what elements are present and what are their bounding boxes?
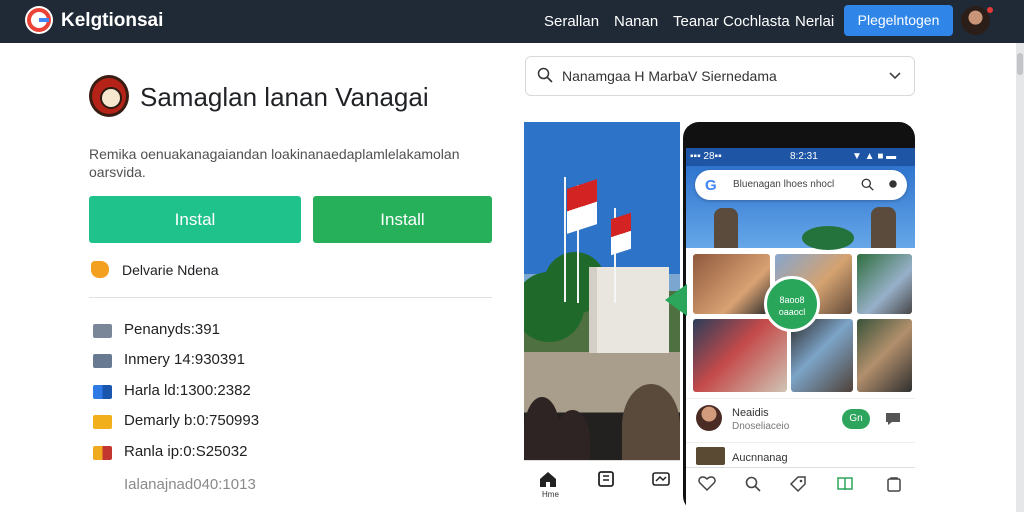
scrollbar-thumb[interactable] — [1017, 53, 1023, 75]
gallery-image[interactable] — [693, 254, 770, 314]
stat-flag-icon — [93, 446, 112, 460]
image-icon[interactable] — [651, 469, 671, 489]
list-item-title: Aucnnanag — [732, 452, 788, 464]
gallery-image[interactable] — [857, 254, 912, 314]
building-shape — [589, 267, 669, 353]
app-title: Samaglan lanan Vanagai — [140, 82, 429, 112]
tower-shape — [871, 207, 896, 248]
phone-status-left: ▪▪▪ 28▪▪ — [690, 151, 722, 162]
sign-in-button[interactable]: Plegelntogen — [844, 5, 953, 36]
gallery-image[interactable] — [857, 319, 912, 392]
stat-line-3: Harla ld:1300:2382 — [124, 382, 251, 399]
location-icon[interactable] — [887, 178, 899, 190]
notification-dot-icon — [987, 7, 993, 13]
stat-line-5: Ranla ip:0:S25032 — [124, 443, 248, 460]
stat-line-2: Inmery 14:930391 — [124, 351, 245, 368]
nav-link-1[interactable]: Serallan — [544, 13, 599, 30]
google-logo-icon — [27, 8, 51, 32]
stat-muted-line: Ialanajnad040:1013 — [124, 476, 256, 493]
app-name[interactable]: Kelgtionsai — [61, 10, 163, 32]
flag-shape — [567, 179, 597, 234]
stat-building-icon — [93, 324, 112, 338]
book-open-icon[interactable] — [836, 475, 854, 493]
stat-line-4: Demarly b:0:750993 — [124, 412, 260, 429]
stat-line-1: Penanyds:391 — [124, 321, 220, 338]
app-description: Remika oenuakanagaiandan loakinanaedapla… — [89, 146, 460, 180]
phone-search-icon[interactable] — [861, 178, 874, 191]
list-item-title: Neaidis — [732, 407, 769, 419]
scrollbar-track[interactable] — [1016, 43, 1024, 512]
featured-badge[interactable]: 8aoo8 oaaocl — [764, 276, 820, 332]
stat-box-icon — [93, 415, 112, 429]
list-avatar — [696, 405, 722, 431]
developer-name[interactable]: Delvarie Ndena — [122, 262, 219, 278]
section-divider — [89, 297, 492, 298]
user-avatar[interactable] — [961, 6, 990, 35]
search-icon[interactable] — [744, 475, 762, 493]
flagpole — [564, 177, 566, 302]
book-icon[interactable] — [596, 469, 616, 489]
phone-search-input[interactable]: Bluenagan lhoes nhocl — [733, 179, 834, 190]
crowd-shape — [555, 410, 590, 460]
gallery-image[interactable] — [693, 319, 787, 392]
nav-link-3[interactable]: Teanar Cochlasta — [673, 13, 790, 30]
app-emblem-icon — [89, 75, 129, 117]
monument-photo[interactable] — [524, 122, 680, 460]
home-label: Hme — [542, 490, 559, 499]
developer-icon — [91, 261, 109, 278]
phone-status-icons: ▼ ▲ ■ ▬ — [852, 151, 897, 162]
stat-blue-icon — [93, 385, 112, 399]
list-item-thumbnail — [696, 447, 725, 465]
heart-icon[interactable] — [698, 475, 716, 493]
install-secondary-button[interactable]: Install — [313, 196, 492, 243]
tower-shape — [714, 208, 738, 248]
top-navigation-bar: Kelgtionsai Serallan Nanan Teanar Cochla… — [0, 0, 1024, 43]
list-item-badge[interactable]: Gn — [842, 409, 870, 429]
tree-shape — [802, 226, 854, 250]
home-icon[interactable] — [538, 469, 558, 489]
app-logo[interactable] — [25, 6, 53, 34]
google-logo-icon: G — [705, 177, 717, 194]
phone-status-time: 8:2:31 — [790, 151, 818, 162]
list-item-subtitle: Dnoseliaceio — [732, 421, 790, 432]
search-icon — [537, 67, 553, 83]
nav-link-4[interactable]: Nerlai — [795, 13, 834, 30]
flag-shape — [611, 212, 631, 256]
stat-chart-icon — [93, 354, 112, 368]
chevron-down-icon[interactable] — [887, 68, 903, 84]
nav-link-2[interactable]: Nanan — [614, 13, 658, 30]
crowd-shape — [622, 384, 680, 460]
install-primary-button[interactable]: Instal — [89, 196, 301, 243]
bag-icon[interactable] — [885, 475, 903, 493]
comment-icon[interactable] — [884, 411, 902, 427]
tag-icon[interactable] — [789, 475, 807, 493]
search-input[interactable]: Nanamgaa H MarbaV Siernedama — [562, 68, 777, 84]
